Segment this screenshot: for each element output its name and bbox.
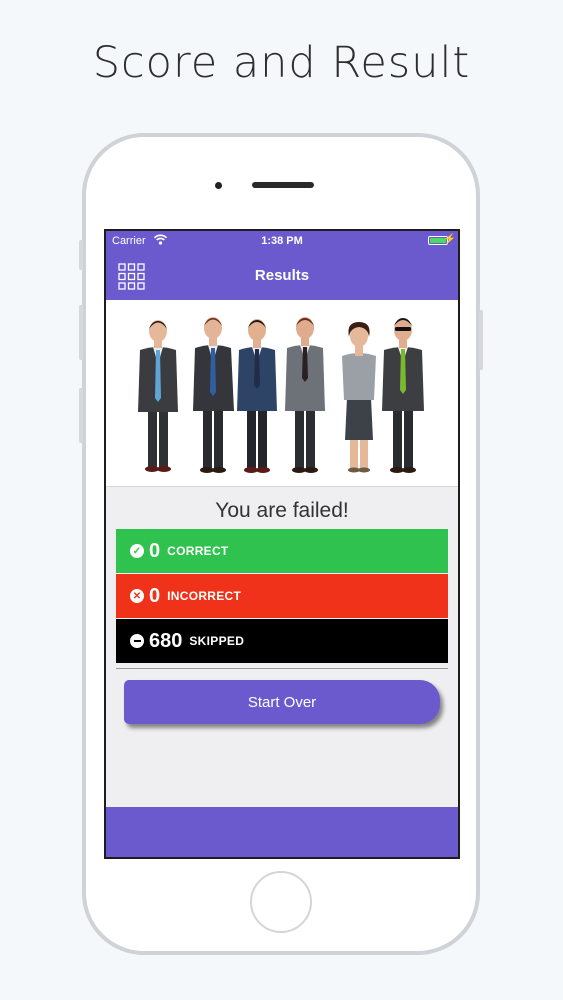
promo-headline: Score and Result — [92, 38, 471, 88]
charging-icon: ⚡ — [443, 234, 456, 245]
incorrect-count: 0 — [149, 584, 161, 607]
status-time: 1:38 PM — [261, 235, 303, 247]
start-over-button[interactable]: Start Over — [124, 680, 440, 724]
status-bar: Carrier 1:38 PM ⚡ — [106, 231, 458, 251]
phone-camera — [215, 182, 222, 189]
divider — [116, 668, 448, 669]
correct-count: 0 — [149, 539, 161, 562]
incorrect-label: INCORRECT — [167, 589, 242, 603]
person-figure — [237, 319, 277, 473]
nav-bar: Results — [106, 251, 458, 300]
phone-home-button[interactable] — [250, 871, 312, 933]
phone-volume-down — [79, 388, 83, 443]
incorrect-result-row: ✕ 0 INCORRECT — [116, 574, 448, 618]
person-figure — [193, 317, 234, 473]
skipped-count: 680 — [149, 629, 183, 652]
person-figure — [138, 320, 178, 472]
check-circle-icon: ✓ — [130, 544, 144, 558]
x-circle-icon: ✕ — [130, 589, 144, 603]
skipped-label: SKIPPED — [189, 634, 245, 648]
page-title: Results — [254, 267, 310, 284]
phone-volume-up — [79, 305, 83, 360]
person-figure — [342, 322, 376, 473]
skipped-result-row: 680 SKIPPED — [116, 619, 448, 663]
phone-power-button — [479, 310, 483, 370]
phone-silent-switch — [79, 240, 83, 270]
correct-label: CORRECT — [167, 544, 229, 558]
person-figure — [285, 317, 325, 473]
minus-circle-icon — [130, 634, 144, 648]
person-figure — [382, 318, 424, 473]
bottom-bar — [106, 807, 458, 857]
phone-speaker — [252, 182, 314, 188]
business-people-illustration — [106, 300, 458, 487]
correct-result-row: ✓ 0 CORRECT — [116, 529, 448, 573]
result-message: You are failed! — [215, 499, 349, 522]
app-screen: Carrier 1:38 PM ⚡ Results You are failed… — [104, 229, 460, 859]
